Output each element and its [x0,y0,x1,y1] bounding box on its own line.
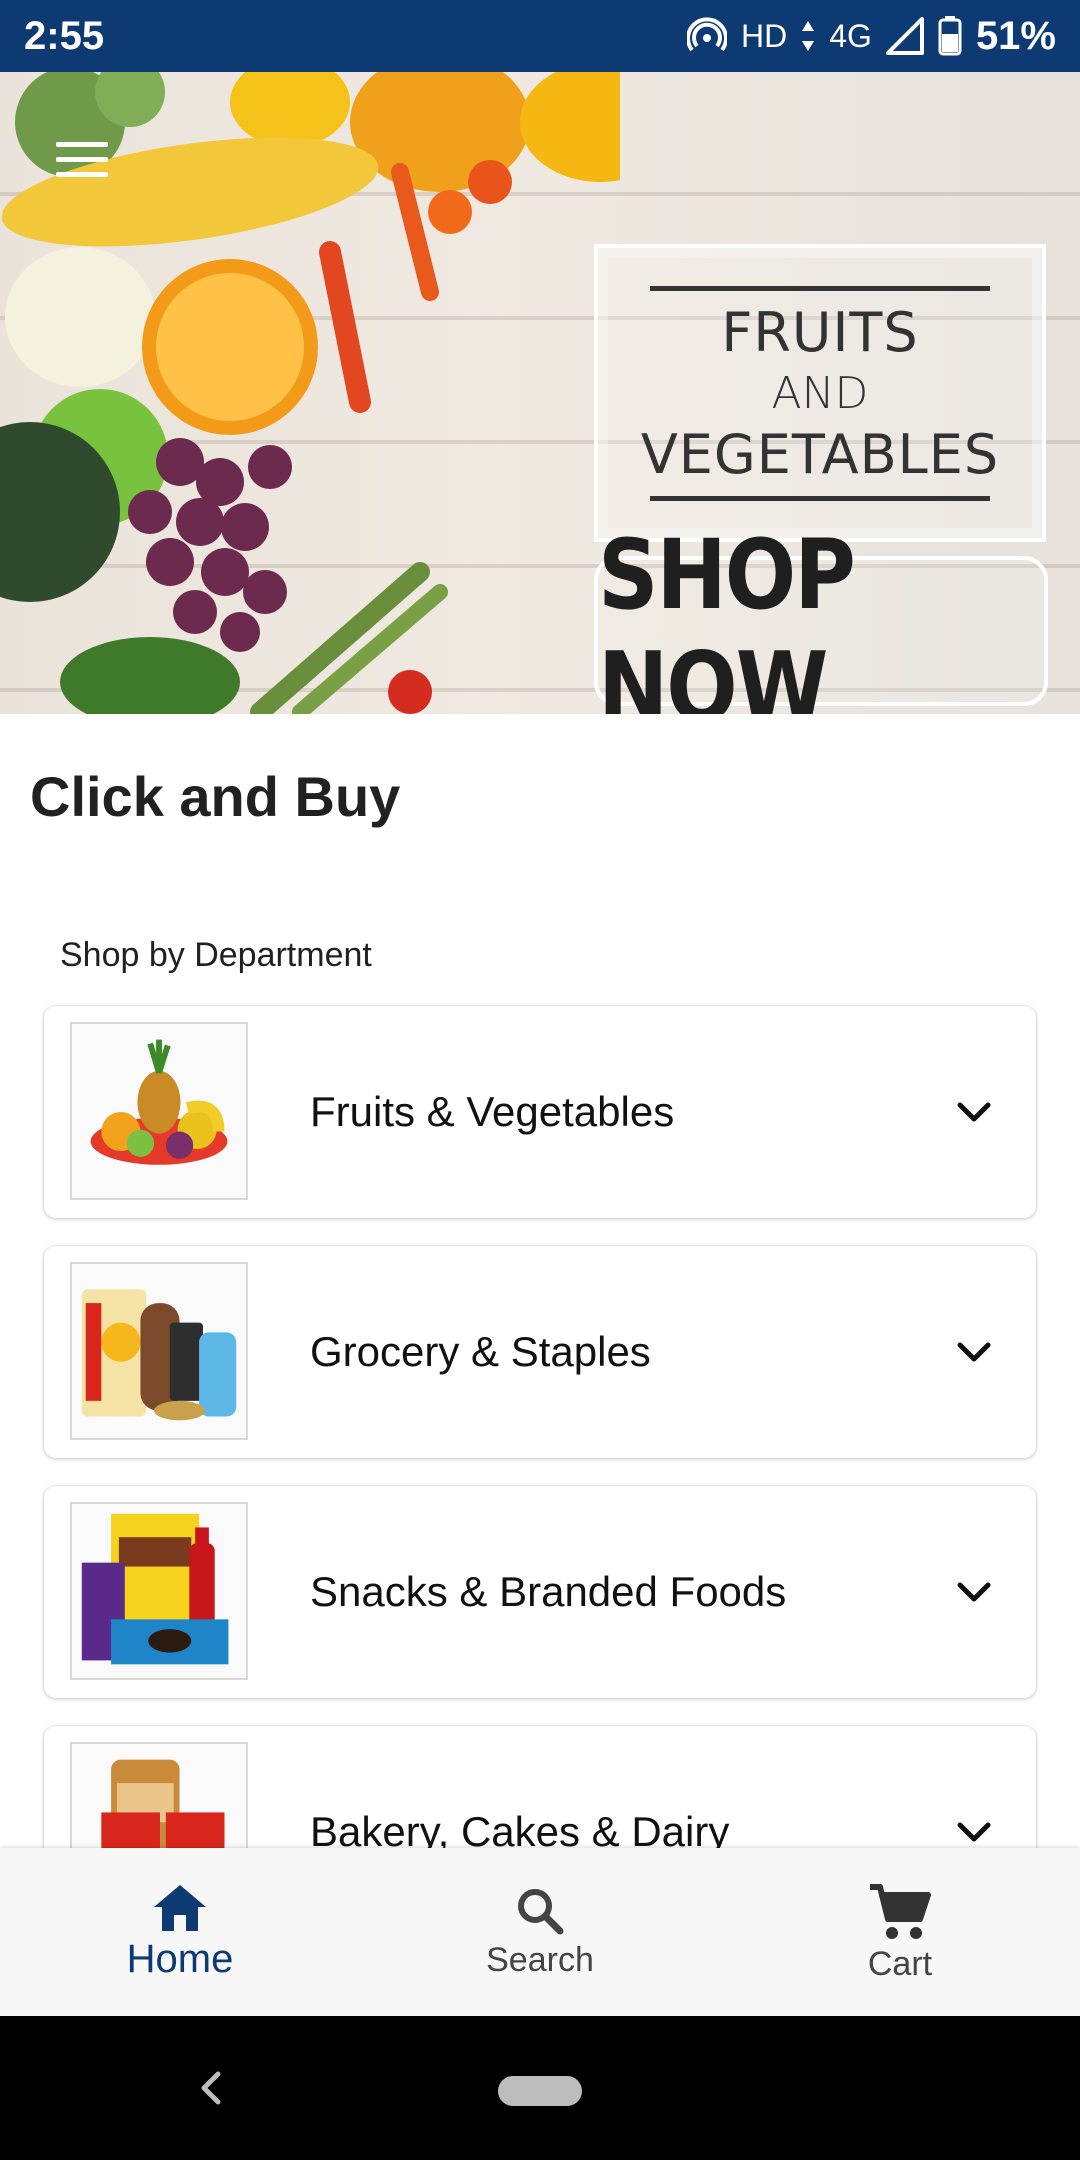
snacks-branded-foods-image [70,1502,248,1680]
banner-line-2: AND [771,367,869,419]
nav-cart[interactable]: Cart [720,1848,1080,2016]
network-type-label: 4G [829,17,872,54]
home-icon [154,1884,206,1931]
department-card-snacks-branded-foods[interactable]: Snacks & Branded Foods [44,1486,1036,1698]
grocery-staples-image [70,1262,248,1440]
menu-button[interactable] [52,138,112,182]
search-icon [518,1888,564,1934]
banner-rule [650,495,990,501]
banner-rule [650,285,990,291]
menu-icon-bar [56,142,108,147]
cart-icon [870,1883,931,1939]
fruits-vegetables-image [70,1022,248,1200]
network-hd-label: HD [741,17,788,54]
section-label: Shop by Department [60,936,372,974]
status-bar: 2:55 HD 4G 51% [0,0,1080,72]
banner-line-1: FRUITS [721,300,919,364]
nav-search-label: Search [486,1940,594,1979]
hero-banner[interactable]: FRUITS AND VEGETABLES SHOP NOW [0,72,1080,714]
status-icons: HD 4G 51% [687,14,1056,59]
department-label: Grocery & Staples [310,1328,651,1375]
chevron-down-icon[interactable] [952,1330,996,1374]
back-icon[interactable] [192,2062,232,2114]
banner-line-3: VEGETABLES [640,422,1000,486]
menu-icon-bar [56,157,108,162]
chevron-down-icon[interactable] [952,1570,996,1614]
nav-home-label: Home [126,1936,234,1981]
department-card-fruits-vegetables[interactable]: Fruits & Vegetables [44,1006,1036,1218]
nav-home[interactable]: Home [0,1848,360,2016]
nav-cart-label: Cart [867,1944,933,1983]
data-arrows-icon [801,19,815,53]
nav-search[interactable]: Search [360,1848,720,2016]
signal-icon [885,17,924,55]
bottom-navigation: Home Search Cart [0,1848,1080,2016]
banner-title-box: FRUITS AND VEGETABLES [594,244,1046,542]
shop-now-label: SHOP NOW [598,518,856,714]
home-pill-button[interactable] [498,2076,582,2106]
shop-now-button[interactable]: SHOP NOW [594,518,1048,714]
chevron-down-icon[interactable] [952,1090,996,1134]
page-title: Click and Buy [30,765,401,828]
battery-icon [938,16,962,56]
menu-icon-bar [56,172,108,177]
system-navigation-bar [0,2016,1080,2160]
department-list: Fruits & Vegetables Grocery & Staples Sn… [44,1006,1036,1966]
department-label: Snacks & Branded Foods [310,1568,787,1615]
department-card-grocery-staples[interactable]: Grocery & Staples [44,1246,1036,1458]
battery-percent: 51% [975,13,1056,58]
department-label: Fruits & Vegetables [310,1088,675,1135]
status-time: 2:55 [24,13,105,58]
hotspot-icon [687,16,728,56]
